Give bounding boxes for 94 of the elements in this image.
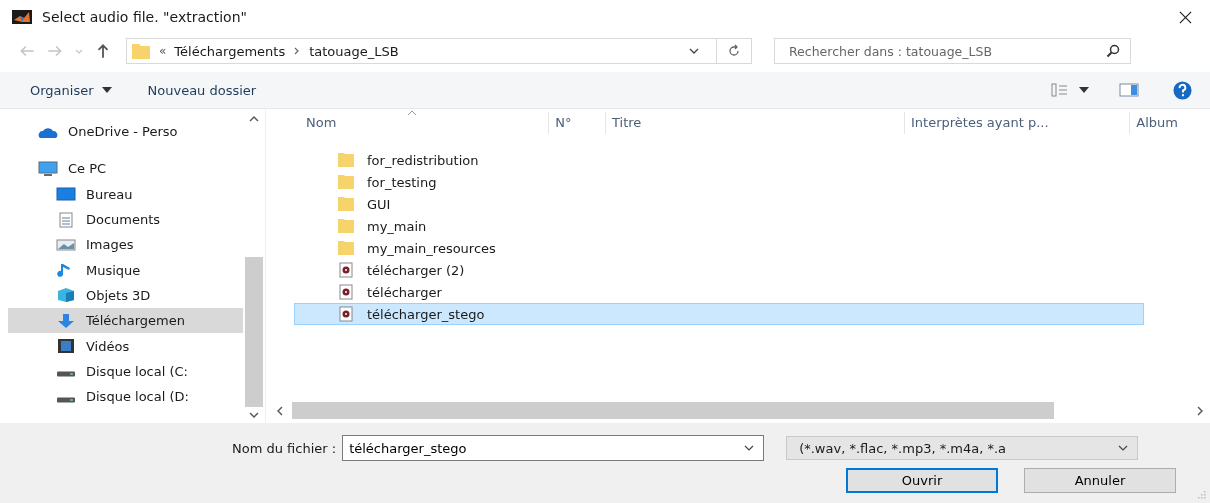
sidebar-item[interactable]: Bureau xyxy=(0,181,243,207)
column-header[interactable]: Interprètes ayant p... xyxy=(905,112,1131,134)
folder-icon xyxy=(337,240,355,256)
dropdown-caret-icon[interactable] xyxy=(688,47,700,55)
scrollbar-thumb[interactable] xyxy=(245,257,263,407)
refresh-icon[interactable] xyxy=(727,44,741,58)
search-icon[interactable] xyxy=(1106,44,1120,58)
search-input[interactable]: Rechercher dans : tatouage_LSB xyxy=(775,42,1106,60)
file-name: for_testing xyxy=(367,174,437,190)
scroll-right-icon[interactable] xyxy=(1196,405,1204,416)
view-options-icon[interactable] xyxy=(1051,83,1091,97)
dropdown-caret-icon xyxy=(1117,444,1130,452)
scroll-up-icon[interactable] xyxy=(249,115,259,123)
breadcrumb-item[interactable]: Téléchargements xyxy=(174,43,286,59)
preview-pane-icon[interactable] xyxy=(1119,83,1139,97)
sidebar-label: Disque local (C: xyxy=(86,363,188,379)
filename-input[interactable]: télécharger_stego xyxy=(343,439,744,457)
sidebar-label: Bureau xyxy=(86,186,133,202)
window-title: Select audio file. "extraction" xyxy=(42,9,247,25)
sidebar-item[interactable]: Disque local (C: xyxy=(0,358,243,384)
file-name: my_main_resources xyxy=(367,240,496,256)
column-header[interactable]: N° xyxy=(549,112,606,134)
file-row[interactable]: télécharger (2) xyxy=(294,259,1144,281)
file-row[interactable]: my_main_resources xyxy=(294,237,1144,259)
close-icon[interactable] xyxy=(1179,10,1192,24)
scroll-left-icon[interactable] xyxy=(276,405,284,416)
organize-menu-button[interactable]: Organiser xyxy=(26,80,116,100)
app-logo-icon xyxy=(12,10,32,24)
filename-field[interactable]: télécharger_stego xyxy=(342,435,765,461)
address-bar[interactable]: « Téléchargements tatouage_LSB xyxy=(126,38,752,64)
drive-icon xyxy=(56,396,76,403)
file-name: my_main xyxy=(367,218,427,234)
audio-file-icon xyxy=(337,262,355,278)
sidebar-item[interactable]: Musique xyxy=(0,257,243,283)
file-row[interactable]: for_testing xyxy=(294,171,1144,193)
open-button[interactable]: Ouvrir xyxy=(846,468,998,493)
documents-icon xyxy=(56,211,76,228)
file-row[interactable]: for_redistribution xyxy=(294,149,1144,171)
file-row[interactable]: télécharger xyxy=(294,281,1144,303)
file-type-dropdown[interactable]: (*.wav, *.flac, *.mp3, *.m4a, *.a xyxy=(786,436,1139,460)
scroll-down-icon[interactable] xyxy=(249,411,259,419)
sidebar-item[interactable]: Vidéos xyxy=(0,333,243,359)
sidebar-label: Objets 3D xyxy=(86,287,151,303)
file-name: GUI xyxy=(367,196,391,212)
drive-icon xyxy=(56,371,76,378)
folder-icon xyxy=(337,152,355,168)
sidebar-label: OneDrive - Perso xyxy=(68,124,178,140)
file-name: télécharger xyxy=(367,284,442,300)
scrollbar-thumb[interactable] xyxy=(292,402,1054,419)
folder-icon xyxy=(337,196,355,212)
folder-icon xyxy=(337,218,355,234)
file-name: télécharger (2) xyxy=(367,262,465,278)
sidebar-item[interactable]: Téléchargemen xyxy=(8,308,243,334)
sidebar-item[interactable]: Images xyxy=(0,232,243,258)
audio-file-icon xyxy=(337,306,355,322)
sidebar-label: Musique xyxy=(86,262,141,278)
new-folder-button[interactable]: Nouveau dossier xyxy=(143,80,261,100)
resize-grip-icon[interactable] xyxy=(1198,491,1206,499)
sidebar-label: Téléchargemen xyxy=(86,313,185,329)
cube-icon xyxy=(56,287,76,304)
audio-file-icon xyxy=(337,284,355,300)
sidebar-label: Vidéos xyxy=(86,338,130,354)
caret-icon xyxy=(101,87,112,93)
folder-icon xyxy=(337,174,355,190)
search-field[interactable]: Rechercher dans : tatouage_LSB xyxy=(774,38,1131,64)
sidebar-item[interactable]: Ce PC xyxy=(0,156,243,182)
column-header[interactable]: Nom xyxy=(300,112,550,134)
filename-label: Nom du fichier : xyxy=(232,440,337,456)
folder-icon xyxy=(131,42,151,60)
sidebar-item[interactable]: Documents xyxy=(0,206,243,233)
sidebar-item[interactable]: Objets 3D xyxy=(0,282,243,309)
pc-icon xyxy=(38,160,58,177)
download-icon xyxy=(56,312,76,329)
desktop-icon xyxy=(56,186,76,203)
column-header[interactable]: Titre xyxy=(606,112,905,134)
sidebar-item[interactable]: OneDrive - Perso xyxy=(0,119,243,145)
file-row[interactable]: télécharger_stego xyxy=(294,303,1144,325)
images-icon xyxy=(56,236,76,253)
sidebar-label: Ce PC xyxy=(68,161,107,177)
column-header[interactable]: Album xyxy=(1130,112,1210,134)
help-icon[interactable] xyxy=(1173,80,1192,100)
sidebar-label: Documents xyxy=(86,212,161,228)
file-row[interactable]: my_main xyxy=(294,215,1144,237)
file-name: télécharger_stego xyxy=(367,306,485,322)
sidebar-item[interactable]: Disque local (D: xyxy=(0,383,243,410)
cancel-button[interactable]: Annuler xyxy=(1024,468,1176,493)
file-row[interactable]: GUI xyxy=(294,193,1144,215)
file-name: for_redistribution xyxy=(367,152,479,168)
breadcrumb-item[interactable]: tatouage_LSB xyxy=(309,43,399,59)
breadcrumb-overflow[interactable]: « xyxy=(159,44,167,58)
video-icon xyxy=(56,338,76,354)
dropdown-caret-icon[interactable] xyxy=(743,444,756,452)
sidebar-label: Images xyxy=(86,237,134,253)
sidebar-label: Disque local (D: xyxy=(86,389,189,405)
